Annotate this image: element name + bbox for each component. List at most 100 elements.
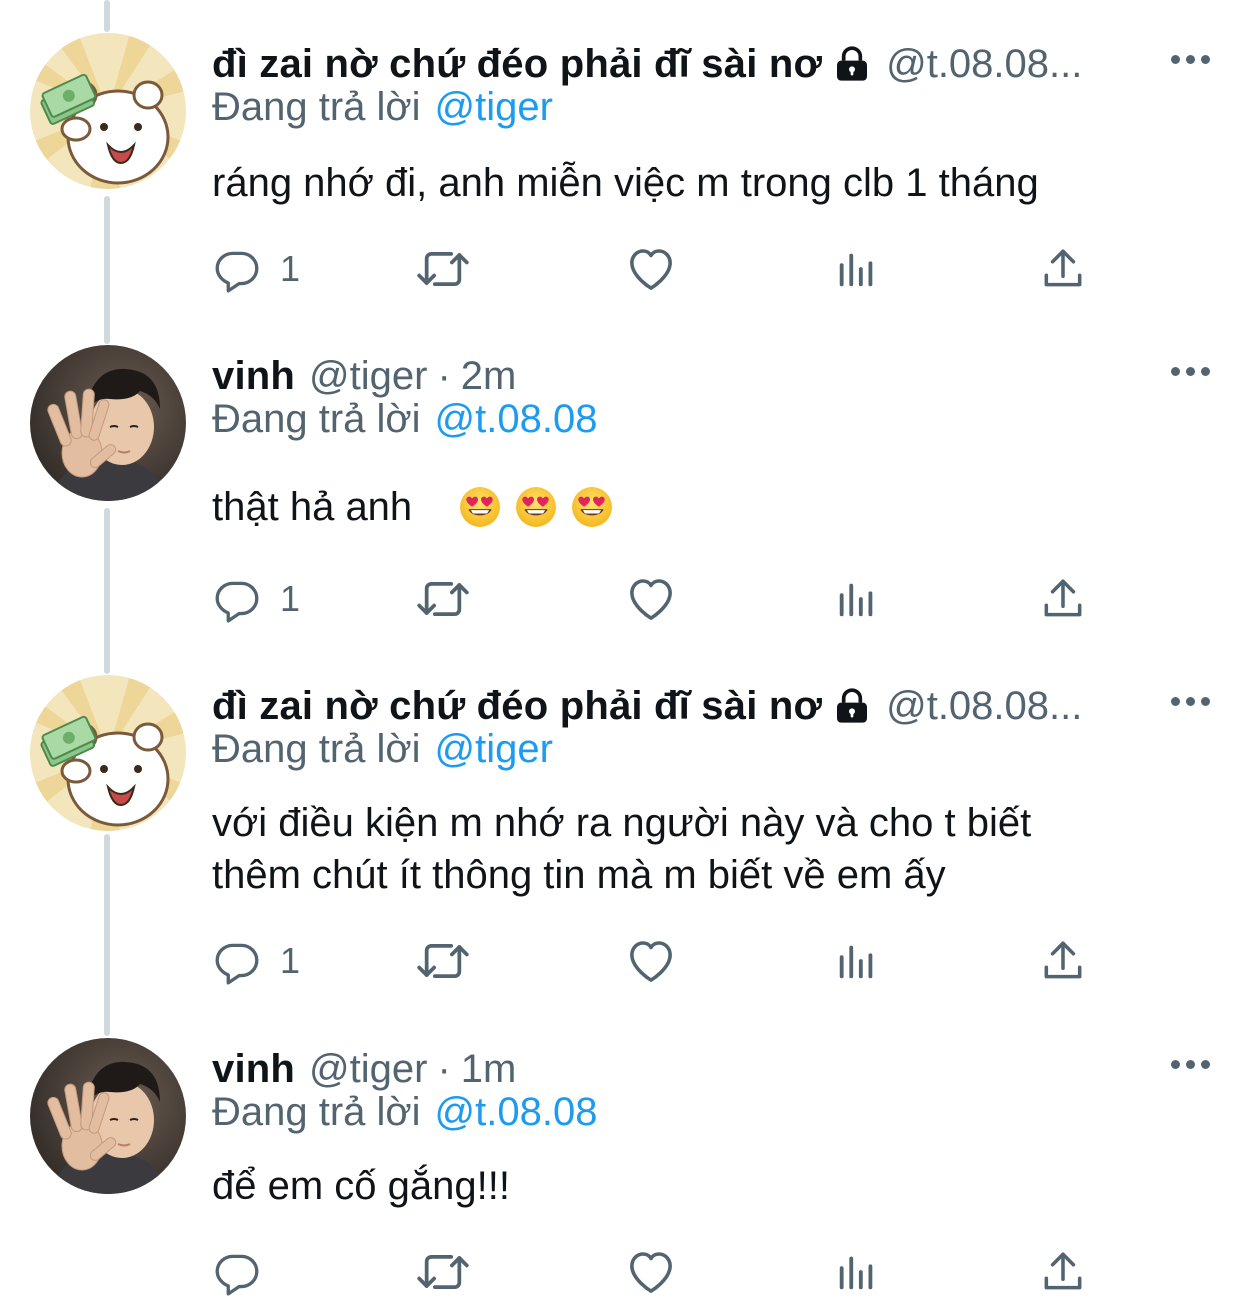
share-button[interactable] <box>1038 1242 1088 1302</box>
share-icon <box>1038 1247 1088 1297</box>
tweet[interactable]: vinh @tiger · 1m Đang trả lời @t.08.08 để… <box>0 1038 1242 1310</box>
replying-to: Đang trả lời @t.08.08 <box>212 1090 597 1135</box>
share-icon <box>1038 936 1088 986</box>
views-chart-icon <box>834 1249 880 1295</box>
share-icon <box>1038 244 1088 294</box>
display-name[interactable]: vinh <box>212 354 295 399</box>
reply-button[interactable]: 1 <box>212 239 300 299</box>
tweet[interactable]: đì zai nờ chứ đéo phải đĩ sài nơ @t.08.0… <box>0 33 1242 333</box>
avatar[interactable] <box>30 675 186 831</box>
more-options-icon[interactable] <box>1171 55 1210 64</box>
tweet-actions: 1 <box>212 569 1112 629</box>
like-button[interactable] <box>624 931 678 991</box>
heart-icon <box>624 934 678 988</box>
timestamp[interactable]: 1m <box>461 1047 517 1092</box>
replying-to: Đang trả lời @tiger <box>212 85 553 130</box>
tweet-text: với điều kiện m nhớ ra người này và cho … <box>212 797 1202 901</box>
user-handle[interactable]: @t.08.08... <box>886 42 1082 87</box>
cartoon-bear-avatar-image <box>30 33 186 189</box>
views-chart-icon <box>834 938 880 984</box>
thread-line <box>104 0 110 32</box>
share-button[interactable] <box>1038 569 1088 629</box>
heart-icon <box>624 572 678 626</box>
replying-label: Đang trả lời <box>212 1090 421 1134</box>
retweet-icon <box>415 571 471 627</box>
display-name[interactable]: đì zai nờ chứ đéo phải đĩ sài nơ <box>212 42 822 87</box>
tweet-actions: 1 <box>212 931 1112 991</box>
display-name[interactable]: vinh <box>212 1047 295 1092</box>
reply-icon <box>212 1247 262 1297</box>
heart-icon <box>624 1245 678 1299</box>
reply-button[interactable]: 1 <box>212 569 300 629</box>
retweet-icon <box>415 241 471 297</box>
share-button[interactable] <box>1038 239 1088 299</box>
reply-icon <box>212 244 262 294</box>
retweet-icon <box>415 1244 471 1300</box>
tweet-text-line: thêm chút ít thông tin mà m biết về em ấ… <box>212 853 946 897</box>
heart-eyes-emoji <box>459 486 501 528</box>
views-button[interactable] <box>834 931 880 991</box>
more-options-icon[interactable] <box>1171 1060 1210 1069</box>
reply-count: 1 <box>280 578 301 619</box>
heart-icon <box>624 242 678 296</box>
reply-count: 1 <box>280 248 301 289</box>
reply-count: 1 <box>280 940 301 981</box>
like-button[interactable] <box>624 569 678 629</box>
more-options-icon[interactable] <box>1171 697 1210 706</box>
tweet-actions: 1 <box>212 239 1112 299</box>
views-button[interactable] <box>834 239 880 299</box>
views-chart-icon <box>834 576 880 622</box>
avatar[interactable] <box>30 345 186 501</box>
tweet[interactable]: vinh @tiger · 2m Đang trả lời @t.08.08 th… <box>0 345 1242 645</box>
retweet-button[interactable] <box>415 1242 471 1302</box>
reply-button[interactable] <box>212 1242 280 1302</box>
lock-icon <box>832 686 872 726</box>
views-button[interactable] <box>834 1242 880 1302</box>
separator-dot: · <box>437 1046 451 1091</box>
photo-avatar-image <box>30 1038 186 1194</box>
replying-mention-link[interactable]: @t.08.08 <box>435 397 598 441</box>
retweet-button[interactable] <box>415 239 471 299</box>
tweet-body: thật hả anh <box>212 481 1202 533</box>
tweet-text-line: với điều kiện m nhớ ra người này và cho … <box>212 801 1032 845</box>
more-options-icon[interactable] <box>1171 367 1210 376</box>
avatar[interactable] <box>30 33 186 189</box>
retweet-button[interactable] <box>415 569 471 629</box>
user-handle[interactable]: @tiger <box>309 1047 427 1092</box>
cartoon-bear-avatar-image <box>30 675 186 831</box>
reply-icon <box>212 574 262 624</box>
share-icon <box>1038 574 1088 624</box>
share-button[interactable] <box>1038 931 1088 991</box>
display-name[interactable]: đì zai nờ chứ đéo phải đĩ sài nơ <box>212 684 822 729</box>
tweet-text: ráng nhớ đi, anh miễn việc m trong clb 1… <box>212 161 1039 205</box>
tweet[interactable]: đì zai nờ chứ đéo phải đĩ sài nơ @t.08.0… <box>0 675 1242 1015</box>
replying-mention-link[interactable]: @tiger <box>435 727 553 771</box>
heart-eyes-emoji <box>571 486 613 528</box>
tweet-actions <box>212 1242 1112 1302</box>
avatar[interactable] <box>30 1038 186 1194</box>
tweet-text: để em cố gắng!!! <box>212 1164 510 1208</box>
replying-mention-link[interactable]: @tiger <box>435 85 553 129</box>
replying-label: Đang trả lời <box>212 727 421 771</box>
replying-to: Đang trả lời @t.08.08 <box>212 397 597 442</box>
replying-to: Đang trả lời @tiger <box>212 727 553 772</box>
lock-icon <box>832 44 872 84</box>
like-button[interactable] <box>624 239 678 299</box>
photo-avatar-image <box>30 345 186 501</box>
replying-label: Đang trả lời <box>212 397 421 441</box>
user-handle[interactable]: @tiger <box>309 354 427 399</box>
separator-dot: · <box>437 353 451 398</box>
heart-eyes-emoji <box>515 486 557 528</box>
views-chart-icon <box>834 246 880 292</box>
reply-icon <box>212 936 262 986</box>
replying-mention-link[interactable]: @t.08.08 <box>435 1090 598 1134</box>
views-button[interactable] <box>834 569 880 629</box>
user-handle[interactable]: @t.08.08... <box>886 684 1082 729</box>
retweet-icon <box>415 933 471 989</box>
like-button[interactable] <box>624 1242 678 1302</box>
timestamp[interactable]: 2m <box>461 354 517 399</box>
replying-label: Đang trả lời <box>212 85 421 129</box>
retweet-button[interactable] <box>415 931 471 991</box>
tweet-text: thật hả anh <box>212 485 413 529</box>
reply-button[interactable]: 1 <box>212 931 300 991</box>
